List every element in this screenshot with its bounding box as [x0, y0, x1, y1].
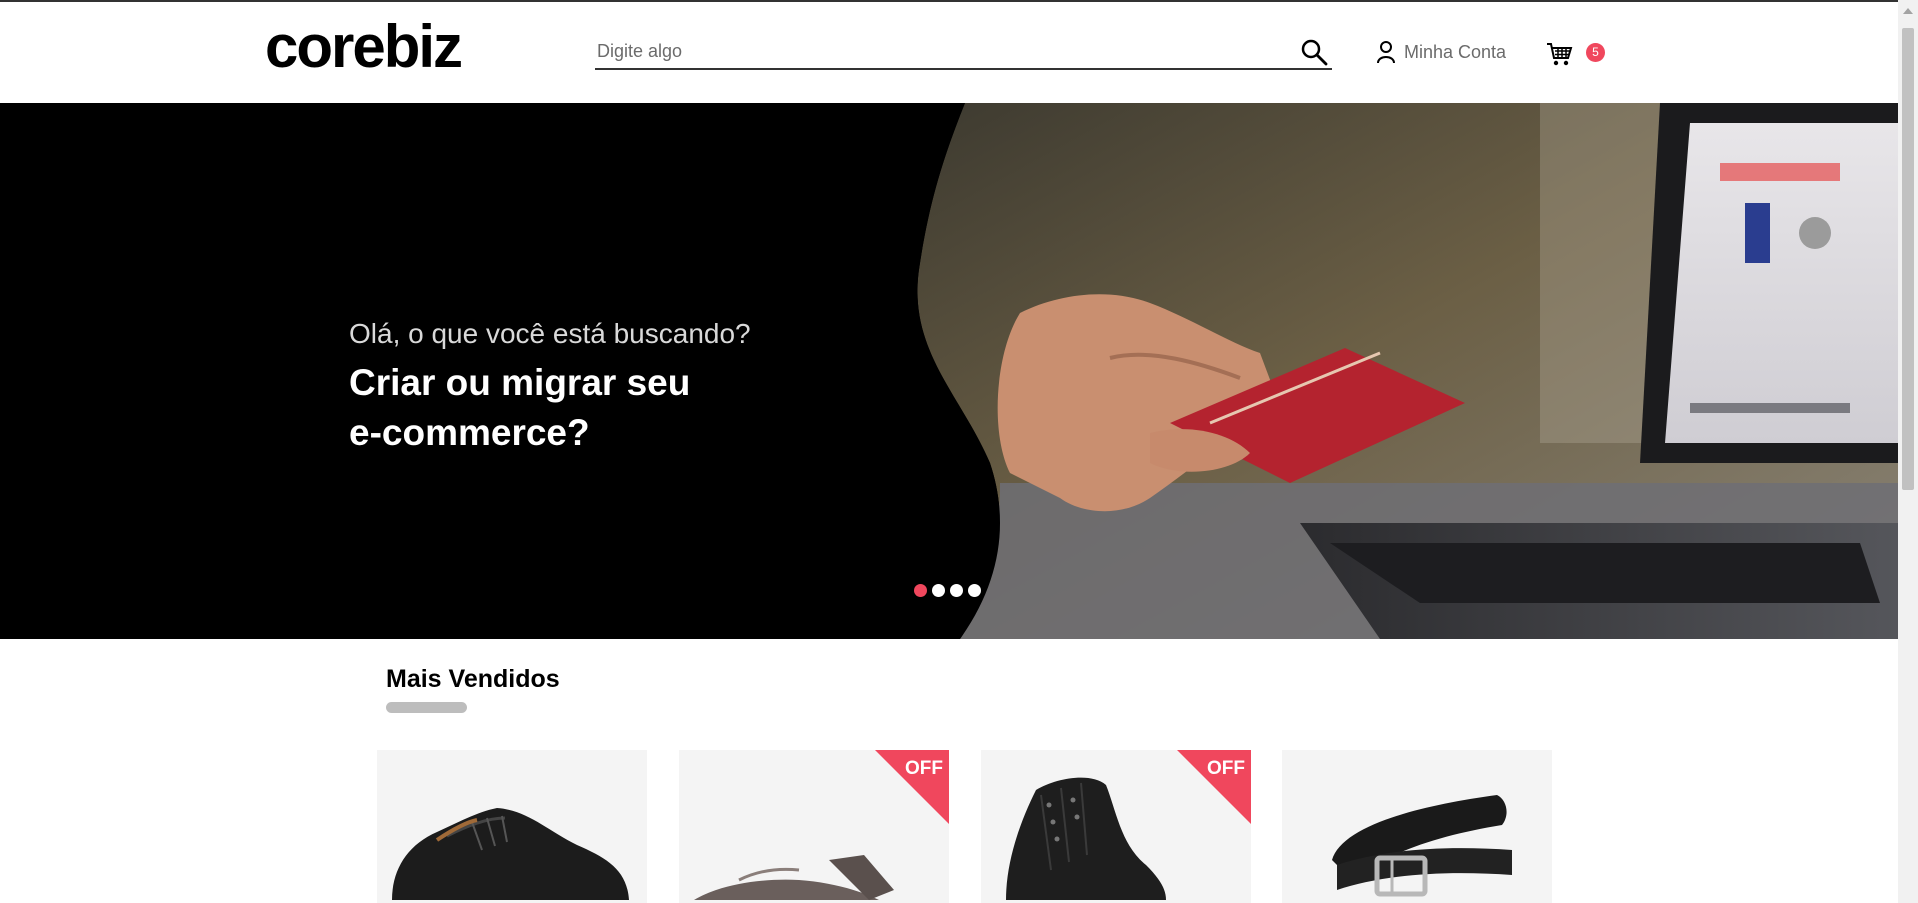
product-card-2[interactable]: OFF — [679, 750, 949, 903]
search-bar — [595, 34, 1332, 70]
page-scrollbar[interactable] — [1898, 0, 1918, 903]
carousel-dot-2[interactable] — [932, 584, 945, 597]
carousel-dot-1[interactable] — [914, 584, 927, 597]
scroll-up-arrow-icon[interactable] — [1903, 8, 1913, 14]
best-sellers-title: Mais Vendidos — [386, 665, 560, 693]
hero-title: Criar ou migrar seu e-commerce? — [349, 358, 769, 458]
cart-count-badge: 5 — [1586, 43, 1605, 62]
black-belt-image — [1332, 795, 1512, 897]
off-badge-label: OFF — [905, 758, 943, 779]
carousel-dot-4[interactable] — [968, 584, 981, 597]
section-underline — [386, 702, 467, 713]
off-badge-label: OFF — [1207, 758, 1245, 779]
account-link[interactable]: Minha Conta — [1376, 40, 1506, 64]
product-card-1[interactable] — [377, 750, 647, 903]
account-label: Minha Conta — [1404, 41, 1507, 62]
user-icon — [1377, 41, 1395, 64]
carousel-dot-3[interactable] — [950, 584, 963, 597]
product-card-4[interactable] — [1282, 750, 1552, 903]
hero-subtitle: Olá, o que você está buscando? — [349, 318, 751, 349]
cart-icon[interactable] — [1546, 40, 1574, 68]
scroll-thumb[interactable] — [1902, 28, 1914, 490]
carousel-dots — [914, 584, 981, 597]
site-header: corebiz Minha Conta 5 — [0, 2, 1898, 103]
hero-banner: Olá, o que você está buscando? Criar ou … — [0, 103, 1898, 639]
search-icon[interactable] — [1300, 38, 1328, 66]
hero-title-line1: Criar ou migrar seu — [349, 362, 691, 403]
product-card-3[interactable]: OFF — [981, 750, 1251, 903]
black-shoe-image — [392, 808, 629, 900]
hero-title-line2: e-commerce? — [349, 412, 590, 453]
hero-photo — [0, 103, 1898, 639]
search-input[interactable] — [597, 38, 1277, 64]
corebiz-logo[interactable]: corebiz — [265, 12, 463, 82]
